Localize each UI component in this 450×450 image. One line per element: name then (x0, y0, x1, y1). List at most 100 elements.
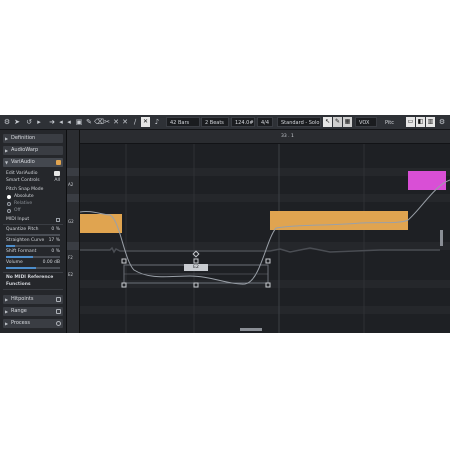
snap-option-absolute: Absolute (14, 194, 34, 199)
panel-toggle-button[interactable]: ▥ (426, 117, 435, 127)
straighten-curve-value: 17 % (48, 238, 60, 243)
midi-input-label: MIDI Input (6, 217, 30, 222)
section-label: Definition (11, 135, 36, 141)
loop-icon[interactable]: ↺ (25, 118, 33, 126)
pitch-editor-grid[interactable]: 33 . 1 E2 (80, 130, 450, 333)
divider (3, 224, 63, 225)
window-layout-button[interactable]: ▭ (406, 117, 415, 127)
snap-off-radio[interactable] (7, 209, 11, 213)
line-tool-icon[interactable]: ∕ (131, 118, 139, 126)
section-label: Range (11, 308, 27, 314)
mute-icon[interactable]: ✕ (121, 118, 129, 126)
handle[interactable] (265, 258, 271, 264)
pitch-snap-mode-label: Pitch Snap Mode (6, 187, 44, 192)
black-key[interactable] (67, 168, 79, 176)
section-label: Hitpoints (11, 296, 34, 302)
gear-icon[interactable]: ⚙ (3, 118, 11, 126)
section-hitpoints[interactable]: ▶ Hitpoints (3, 295, 63, 304)
volume-slider[interactable] (6, 267, 60, 269)
handle[interactable] (121, 258, 127, 264)
expand-arrow-icon: ▶ (5, 321, 9, 326)
edit-tool-button[interactable]: ↖ (323, 117, 332, 127)
section-process[interactable]: ▶ Process (3, 319, 63, 328)
beats-field[interactable]: 2 Beats (201, 117, 229, 127)
draw-tool-button[interactable]: ✎ (333, 117, 342, 127)
expand-arrow-icon: ▶ (5, 136, 9, 141)
pencil-icon[interactable]: ✎ (85, 118, 93, 126)
expand-arrow-icon: ▶ (5, 297, 9, 302)
pointer-tool-icon[interactable]: ➤ (13, 118, 21, 126)
key-label-e2: E2 (68, 272, 74, 277)
hitpoints-icon (56, 297, 61, 302)
smart-controls-label: Smart Controls (6, 178, 40, 183)
bars-field[interactable]: 42 Bars (166, 117, 200, 127)
toolbar: ⚙ ➤ ↺ ▸ ➜ ◂ ◂ ▣ ✎ ⌫ ✂ ✕ ✕ ∕ ✕ ♪ 42 Bars … (0, 115, 450, 130)
section-label: AudioWarp (11, 147, 39, 153)
eraser-icon[interactable]: ⌫ (94, 118, 104, 126)
cubase-key-editor: ⚙ ➤ ↺ ▸ ➜ ◂ ◂ ▣ ✎ ⌫ ✂ ✕ ✕ ∕ ✕ ♪ 42 Bars … (0, 115, 450, 333)
pitch-canvas (80, 144, 450, 333)
variaudio-icon (56, 160, 61, 165)
segment-tool-button[interactable]: ▦ (343, 117, 352, 127)
section-range[interactable]: ▶ Range (3, 307, 63, 316)
selected-note-label: E2 (193, 265, 199, 270)
lane-stripe (80, 168, 450, 176)
snap-option-relative: Relative (14, 201, 33, 206)
shift-formant-label: Shift Formant (6, 249, 37, 254)
piano-keyboard[interactable]: A2 G2 F2 E2 (67, 130, 80, 333)
range-icon (56, 309, 61, 314)
smart-controls-value[interactable]: All (54, 178, 60, 184)
edit-variaudio-label: Edit VariAudio (6, 171, 38, 176)
section-label: Process (11, 320, 30, 326)
track-dropdown[interactable]: VOX (355, 117, 377, 127)
speaker-icon[interactable]: ◂ (65, 118, 73, 126)
shift-formant-slider[interactable] (6, 256, 60, 258)
inspector-panel: ▶ Definition ▶ AudioWarp ▼ VariAudio Edi… (0, 130, 67, 333)
snap-absolute-radio[interactable] (7, 195, 11, 199)
lane-stripe (80, 242, 450, 250)
midi-input-checkbox[interactable] (56, 218, 60, 222)
glue-icon[interactable]: ✕ (112, 118, 120, 126)
object-select-icon[interactable]: ▣ (75, 118, 83, 126)
edit-variaudio-button[interactable] (54, 171, 60, 176)
tempo-field[interactable]: 124.0# (231, 117, 255, 127)
section-definition[interactable]: ▶ Definition (3, 134, 63, 143)
quantize-pitch-value: 0 % (51, 227, 60, 232)
note-g2-right[interactable] (270, 211, 408, 230)
quantize-icon[interactable]: ♪ (153, 118, 161, 126)
expand-arrow-icon: ▶ (5, 309, 9, 314)
snap-button[interactable]: ✕ (141, 117, 150, 127)
functions-label[interactable]: Functions (6, 282, 31, 288)
snap-relative-radio[interactable] (7, 202, 11, 206)
black-key[interactable] (67, 194, 79, 202)
straighten-curve-slider[interactable] (6, 245, 60, 247)
pitch-dropdown[interactable]: Pitc (381, 117, 403, 127)
inspector-toggle-button[interactable]: ◧ (416, 117, 425, 127)
section-variaudio[interactable]: ▼ VariAudio (3, 158, 63, 167)
volume-value: 0.00 dB (42, 260, 60, 265)
black-key[interactable] (67, 242, 79, 250)
quantize-pitch-slider[interactable] (6, 234, 60, 236)
lane-stripe (80, 194, 450, 202)
scroll-handle[interactable] (240, 328, 262, 331)
settings-gear-icon[interactable]: ⚙ (438, 118, 446, 126)
signature-field[interactable]: 4/4 (257, 117, 273, 127)
key-label-g2: G2 (68, 219, 74, 224)
play-icon[interactable]: ▸ (35, 118, 43, 126)
note-a2-magenta[interactable] (408, 171, 446, 190)
collapse-arrow-icon: ▼ (5, 160, 9, 165)
vertical-scroll-handle[interactable] (440, 230, 443, 246)
divider (3, 289, 63, 290)
expand-arrow-icon: ▶ (5, 148, 9, 153)
section-audiowarp[interactable]: ▶ AudioWarp (3, 146, 63, 155)
handle[interactable] (193, 258, 199, 264)
process-icon (56, 321, 61, 326)
snap-option-off: Off (14, 208, 21, 213)
scissors-icon[interactable]: ✂ (103, 118, 111, 126)
no-midi-reference-label[interactable]: No MIDI Reference (6, 275, 53, 281)
arrow-left-icon[interactable]: ◂ (57, 118, 65, 126)
quantize-pitch-label: Quantize Pitch (6, 227, 39, 232)
preset-dropdown[interactable]: Standard - Solo (277, 117, 321, 127)
arrow-right-icon[interactable]: ➜ (48, 118, 56, 126)
lane-stripe (80, 280, 450, 288)
